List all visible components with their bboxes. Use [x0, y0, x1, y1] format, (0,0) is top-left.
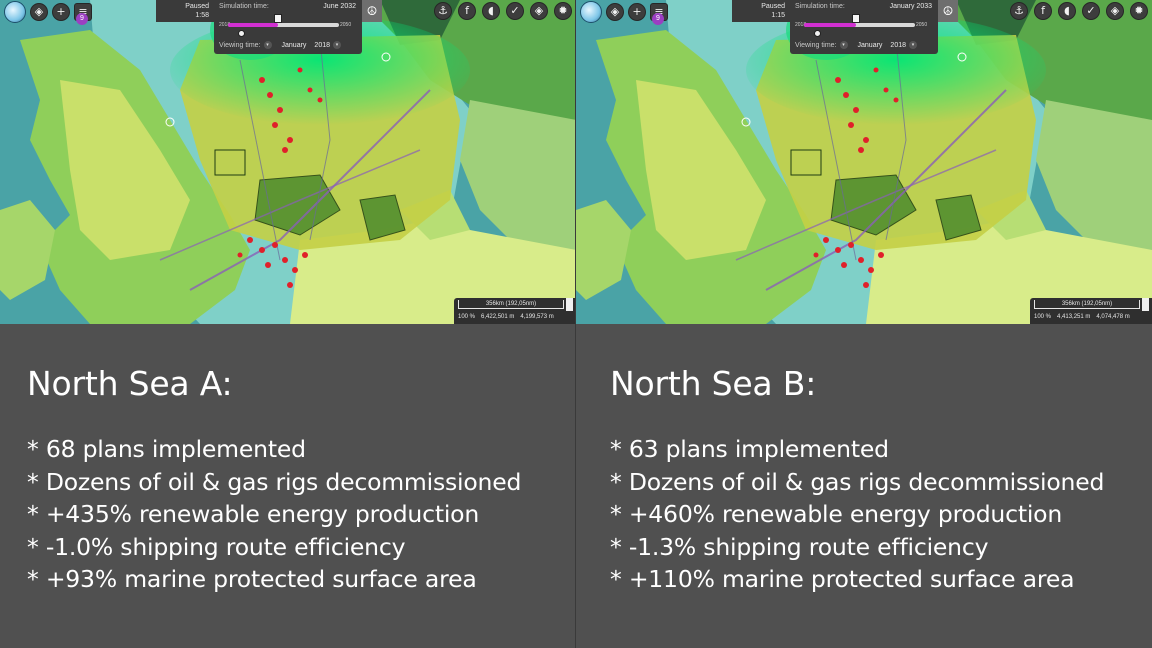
timeline-end-year: 2050: [340, 22, 352, 28]
timeline-thumb[interactable]: [273, 14, 282, 23]
zoom-level: 100 %: [1034, 314, 1052, 320]
clock-value: 1:15: [771, 12, 785, 19]
comparison-stage: ◈ + ≡ 9 Paused 1:58 Simulation time: Jun…: [0, 0, 1152, 648]
toolbar-right-a: ⚓ f ◖ ✓ ◈ ✹: [434, 2, 572, 20]
plus-icon[interactable]: +: [628, 3, 646, 21]
bullet-item: * 68 plans implemented: [27, 435, 306, 463]
scale-bar: 356km (192,05nm) 100 % 4,413,251 m 4,074…: [1030, 298, 1152, 324]
coord-x: 6,422,501 m: [481, 314, 515, 320]
coord-y: 4,074,478 m: [1096, 314, 1130, 320]
viewing-month[interactable]: January: [858, 42, 883, 49]
pin-icon[interactable]: [566, 298, 573, 311]
scale-bar: 356km (192,05nm) 100 % 6,422,501 m 4,199…: [454, 298, 575, 324]
fish-icon[interactable]: ◖: [1058, 2, 1076, 20]
viewing-time-label: Viewing time:: [219, 41, 261, 49]
bullet-item: * -1.3% shipping route efficiency: [610, 532, 989, 561]
peace-icon[interactable]: ☮: [938, 0, 958, 22]
simulation-time-label: Simulation time:: [219, 3, 269, 10]
plus-icon[interactable]: +: [52, 3, 70, 21]
notification-badge[interactable]: 9: [76, 13, 88, 25]
gear-icon[interactable]: ✹: [1130, 2, 1148, 20]
game-screenshot-a: ◈ + ≡ 9 Paused 1:58 Simulation time: Jun…: [0, 0, 575, 324]
scenario-bullets: * 63 plans implemented * Dozens of oil &…: [610, 433, 1150, 596]
check-icon[interactable]: ✓: [506, 2, 524, 20]
fish-icon[interactable]: ◖: [482, 2, 500, 20]
scale-distance: 356km (192,05nm): [458, 300, 564, 309]
bullet-item: * +93% marine protected surface area: [27, 565, 477, 593]
pin-icon[interactable]: [1142, 298, 1149, 311]
energy-icon[interactable]: f: [458, 2, 476, 20]
paused-label: Paused: [761, 3, 785, 10]
eye-icon[interactable]: [238, 30, 245, 37]
viewing-year[interactable]: 2018: [314, 42, 330, 49]
toolbar-right-b: ⚓ f ◖ ✓ ◈ ✹: [1010, 2, 1148, 20]
simulation-time-panel: Simulation time: June 2032 2018 2050 Vie…: [214, 0, 362, 54]
viewing-time-label: Viewing time:: [795, 41, 837, 49]
scale-distance: 356km (192,05nm): [1034, 300, 1140, 309]
layers-icon[interactable]: ◈: [30, 3, 48, 21]
notification-badge[interactable]: 9: [652, 13, 664, 25]
scenario-bullets: * 68 plans implemented * Dozens of oil &…: [27, 433, 567, 596]
chevron-down-icon[interactable]: ▾: [333, 41, 341, 49]
chevron-down-icon[interactable]: ▾: [839, 41, 848, 49]
coord-y: 4,199,573 m: [520, 314, 554, 320]
layers-icon[interactable]: ◈: [530, 2, 548, 20]
timeline-progress: [804, 23, 857, 27]
bullet-item: * -1.0% shipping route efficiency: [27, 532, 406, 561]
scenario-b-panel: ◈ + ≡ 9 Paused 1:15 Simulation time: Jan…: [576, 0, 1152, 648]
clock-value: 1:58: [195, 12, 209, 19]
scenario-b-summary: North Sea B: * 63 plans implemented * Do…: [610, 364, 1150, 596]
layers-icon[interactable]: ◈: [606, 3, 624, 21]
timeline-slider[interactable]: [804, 23, 915, 27]
chevron-down-icon[interactable]: ▾: [909, 41, 917, 49]
bullet-item: * +460% renewable energy production: [610, 500, 1063, 528]
viewing-month[interactable]: January: [282, 42, 307, 49]
scenario-title: North Sea B:: [610, 364, 817, 403]
bullet-item: * 63 plans implemented: [610, 435, 889, 463]
scenario-a-panel: ◈ + ≡ 9 Paused 1:58 Simulation time: Jun…: [0, 0, 576, 648]
bullet-item: * Dozens of oil & gas rigs decommissione…: [27, 467, 522, 496]
timeline-thumb[interactable]: [852, 14, 861, 23]
simulation-time-label: Simulation time:: [795, 3, 845, 10]
bullet-item: * Dozens of oil & gas rigs decommissione…: [610, 467, 1105, 496]
ship-icon[interactable]: ⚓: [434, 2, 452, 20]
simulation-time-value: June 2032: [323, 3, 356, 10]
layers-icon[interactable]: ◈: [1106, 2, 1124, 20]
timeline-slider[interactable]: [228, 23, 339, 27]
simulation-time-panel: Simulation time: January 2033 2018 2050 …: [790, 0, 938, 54]
game-screenshot-b: ◈ + ≡ 9 Paused 1:15 Simulation time: Jan…: [576, 0, 1152, 324]
zoom-level: 100 %: [458, 314, 476, 320]
timeline-progress: [228, 23, 278, 27]
coord-x: 4,413,251 m: [1057, 314, 1091, 320]
gear-icon[interactable]: ✹: [554, 2, 572, 20]
bullet-item: * +110% marine protected surface area: [610, 565, 1075, 593]
logo-icon[interactable]: [580, 1, 602, 23]
peace-icon[interactable]: ☮: [362, 0, 382, 22]
pause-clock[interactable]: Paused 1:15: [732, 0, 790, 22]
scenario-a-summary: North Sea A: * 68 plans implemented * Do…: [27, 364, 567, 596]
energy-icon[interactable]: f: [1034, 2, 1052, 20]
timeline-end-year: 2050: [916, 22, 928, 28]
ship-icon[interactable]: ⚓: [1010, 2, 1028, 20]
pause-clock[interactable]: Paused 1:58: [156, 0, 214, 22]
eye-icon[interactable]: [814, 30, 821, 37]
logo-icon[interactable]: [4, 1, 26, 23]
scenario-title: North Sea A:: [27, 364, 233, 403]
simulation-time-value: January 2033: [889, 3, 932, 10]
chevron-down-icon[interactable]: ▾: [263, 41, 272, 49]
check-icon[interactable]: ✓: [1082, 2, 1100, 20]
bullet-item: * +435% renewable energy production: [27, 500, 480, 528]
paused-label: Paused: [185, 3, 209, 10]
viewing-year[interactable]: 2018: [890, 42, 906, 49]
